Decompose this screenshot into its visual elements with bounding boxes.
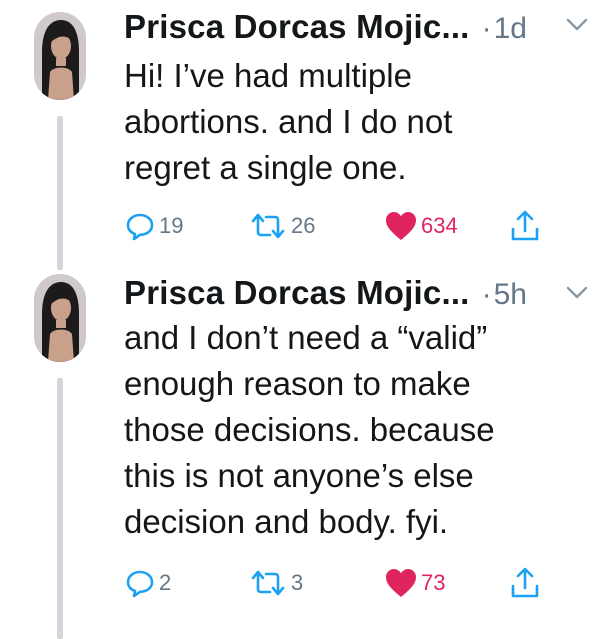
tweet-header: Prisca Dorcas Mojic... · 5h bbox=[124, 274, 527, 318]
chevron-down-icon[interactable] bbox=[566, 18, 588, 32]
avatar[interactable] bbox=[34, 274, 86, 362]
tweet-header: Prisca Dorcas Mojic... · 1d bbox=[124, 8, 527, 52]
retweet-count: 3 bbox=[291, 570, 304, 595]
thread-line bbox=[57, 378, 63, 639]
heart-icon bbox=[386, 569, 416, 597]
separator: · bbox=[481, 278, 492, 311]
separator: · bbox=[481, 12, 492, 45]
tweet-text-line: enough reason to make bbox=[124, 365, 471, 402]
avatar-photo bbox=[34, 12, 86, 100]
tweet-text-line: regret a single one. bbox=[124, 149, 407, 186]
tweet[interactable]: Prisca Dorcas Mojic... · 1d Hi! I’ve had… bbox=[0, 0, 610, 270]
tweet-text: Hi! I’ve had multiple abortions. and I d… bbox=[124, 53, 594, 191]
heart-icon bbox=[386, 212, 416, 240]
like-count: 634 bbox=[421, 213, 458, 238]
retweet-count: 26 bbox=[291, 213, 316, 238]
tweet-actions: 19 26 634 bbox=[124, 208, 564, 244]
tweet-text-line: those decisions. because bbox=[124, 411, 495, 448]
tweet-text-line: abortions. and I do not bbox=[124, 103, 453, 140]
reply-count: 2 bbox=[159, 570, 172, 595]
tweet-text-line: Hi! I’ve had multiple bbox=[124, 57, 412, 94]
reply-button[interactable]: 2 bbox=[124, 565, 171, 601]
author-name[interactable]: Prisca Dorcas Mojic... bbox=[124, 274, 470, 312]
avatar-photo bbox=[34, 274, 86, 362]
avatar[interactable] bbox=[34, 12, 86, 100]
share-button[interactable] bbox=[508, 565, 542, 601]
retweet-icon bbox=[251, 570, 285, 596]
tweet-text-line: this is not anyone’s else bbox=[124, 457, 474, 494]
tweet-text-line: and I don’t need a “valid” bbox=[124, 319, 488, 356]
tweet-text-line: decision and body. fyi. bbox=[124, 503, 449, 540]
share-button[interactable] bbox=[508, 208, 542, 244]
chevron-down-icon[interactable] bbox=[566, 286, 588, 300]
retweet-button[interactable]: 3 bbox=[248, 565, 303, 601]
tweet-text: and I don’t need a “valid” enough reason… bbox=[124, 315, 594, 545]
reply-count: 19 bbox=[159, 213, 184, 238]
reply-icon bbox=[126, 570, 154, 598]
tweet[interactable]: Prisca Dorcas Mojic... · 5h and I don’t … bbox=[0, 270, 610, 639]
timestamp[interactable]: 1d bbox=[494, 12, 527, 46]
timestamp[interactable]: 5h bbox=[494, 278, 527, 312]
retweet-button[interactable]: 26 bbox=[248, 208, 315, 244]
like-count: 73 bbox=[421, 570, 446, 595]
thread-line bbox=[57, 116, 63, 270]
retweet-icon bbox=[251, 213, 285, 239]
author-name[interactable]: Prisca Dorcas Mojic... bbox=[124, 8, 470, 46]
reply-button[interactable]: 19 bbox=[124, 208, 183, 244]
like-button[interactable]: 634 bbox=[384, 208, 458, 244]
reply-icon bbox=[126, 213, 154, 241]
tweet-actions: 2 3 73 bbox=[124, 565, 564, 601]
share-icon bbox=[511, 210, 539, 241]
share-icon bbox=[511, 567, 539, 598]
like-button[interactable]: 73 bbox=[384, 565, 445, 601]
